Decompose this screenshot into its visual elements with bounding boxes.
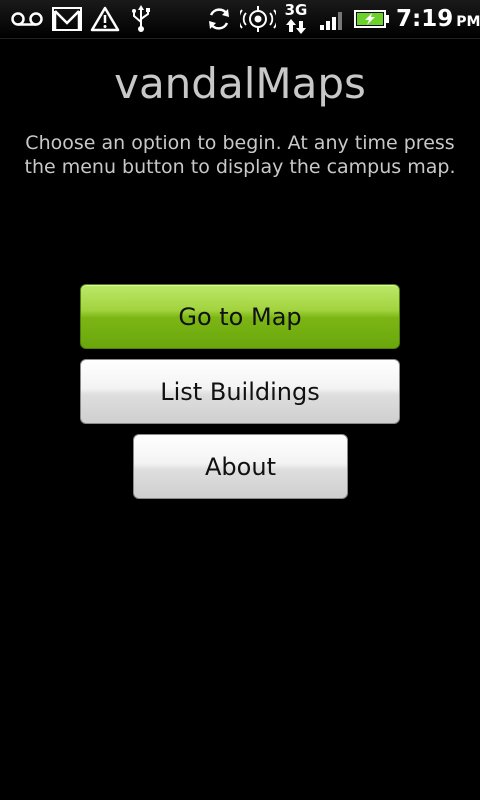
usb-icon <box>128 5 154 33</box>
clock-time: 7:19 <box>396 6 454 32</box>
about-button[interactable]: About <box>133 434 348 499</box>
gps-icon <box>240 5 276 33</box>
alert-icon <box>89 5 121 33</box>
gmail-icon <box>51 5 83 33</box>
page-title: vandalMaps <box>114 59 366 108</box>
status-clock: 7:19 PM <box>396 4 480 37</box>
go-to-map-button[interactable]: Go to Map <box>80 284 400 349</box>
instructions-text: Choose an option to begin. At any time p… <box>24 132 456 178</box>
status-bar: 3G 7:19 PM <box>0 0 480 39</box>
voicemail-icon <box>10 5 44 33</box>
battery-charging-icon <box>354 5 390 33</box>
list-buildings-button[interactable]: List Buildings <box>80 359 400 424</box>
signal-icon <box>318 5 348 33</box>
sync-icon <box>205 5 233 33</box>
clock-ampm: PM <box>456 14 480 30</box>
network-type-label: 3G <box>284 1 308 19</box>
data-activity-icon <box>285 19 307 38</box>
